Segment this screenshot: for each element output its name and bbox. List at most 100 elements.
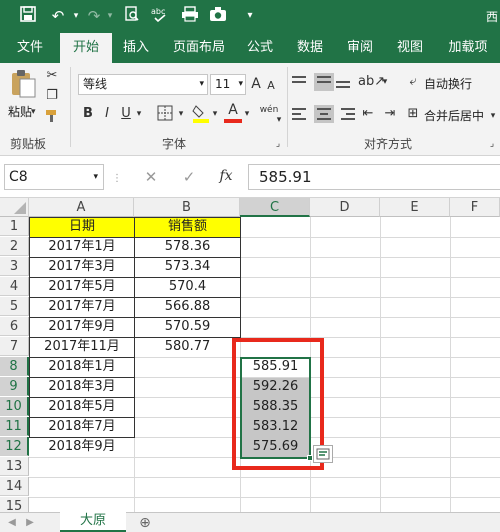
row-header[interactable]: 7 [0,337,29,356]
column-header-a[interactable]: A [29,198,134,217]
customize-toolbar-icon[interactable]: ▾ [240,6,260,26]
bold-button[interactable]: B [80,105,96,123]
grow-font-icon[interactable]: A [248,75,264,93]
quick-analysis-button[interactable] [313,445,333,463]
row-header[interactable]: 15 [0,497,29,512]
fill-color-icon[interactable] [192,103,210,129]
formula-input[interactable]: 585.91 [248,164,500,190]
header-cell-sales[interactable]: 销售额 [135,218,240,237]
table-cell[interactable]: 2018年5月 [30,398,134,417]
save-icon[interactable] [18,6,38,26]
table-cell[interactable]: 2018年7月 [30,418,134,437]
tab-data[interactable]: 数据 [290,33,330,63]
alignment-dialog-launcher-icon[interactable]: ⌟ [486,135,498,153]
orientation-dropdown-icon[interactable]: ▾ [380,73,390,91]
tab-formulas[interactable]: 公式 [240,33,280,63]
row-header[interactable]: 9 [0,377,29,396]
table-cell[interactable]: 2017年3月 [30,258,134,277]
undo-icon[interactable]: ↶ [48,6,68,26]
column-header-f[interactable]: F [450,198,500,217]
insert-function-icon[interactable]: fx [214,167,238,185]
tab-page-layout[interactable]: 页面布局 [166,33,232,63]
confirm-entry-icon[interactable]: ✓ [180,168,198,186]
row-header[interactable]: 13 [0,457,29,476]
table-cell[interactable]: 2018年1月 [30,358,134,377]
align-center-icon[interactable] [314,105,334,123]
merge-center-dropdown-icon[interactable]: ▾ [488,107,498,125]
phonetic-dropdown-icon[interactable]: ▾ [274,111,284,129]
table-cell[interactable]: 2017年9月 [30,318,134,337]
row-header[interactable]: 14 [0,477,29,496]
sheet-tab-active[interactable]: 大原 [60,512,126,532]
scroll-left-icon[interactable]: ◀ [6,514,18,532]
tab-view[interactable]: 视图 [390,33,430,63]
tab-home[interactable]: 开始 [60,33,112,63]
row-header[interactable]: 10 [0,397,29,416]
tab-insert[interactable]: 插入 [114,33,158,63]
table-cell[interactable]: 570.59 [135,318,240,337]
merge-center-button[interactable]: 合并后居中 [424,107,484,124]
redo-dropdown-icon[interactable]: ▾ [100,6,120,26]
column-header-e[interactable]: E [380,198,450,217]
font-dialog-launcher-icon[interactable]: ⌟ [272,135,284,153]
wrap-text-icon[interactable]: ⤶ [404,73,422,91]
decrease-indent-icon[interactable]: ⇤ [358,105,378,123]
row-header[interactable]: 11 [0,417,29,436]
copy-icon[interactable]: ❐ [44,87,60,105]
tab-review[interactable]: 审阅 [340,33,380,63]
increase-indent-icon[interactable]: ⇥ [380,105,400,123]
format-painter-icon[interactable] [44,109,60,129]
row-header[interactable]: 5 [0,297,29,316]
column-header-d[interactable]: D [310,198,380,217]
column-header-b[interactable]: B [134,198,240,217]
font-size-select[interactable]: 11 ▾ [210,74,246,95]
row-header[interactable]: 8 [0,357,29,376]
table-cell[interactable]: 580.77 [135,338,240,357]
table-cell[interactable]: 2018年3月 [30,378,134,397]
select-all-corner[interactable] [0,198,29,217]
row-header[interactable]: 4 [0,277,29,296]
name-box[interactable]: C8 ▾ [4,164,104,190]
cut-icon[interactable]: ✂ [44,67,60,85]
tab-addins[interactable]: 加载项 [440,33,496,63]
new-sheet-icon[interactable]: ⊕ [136,514,154,532]
font-name-dropdown-icon[interactable]: ▾ [199,75,204,94]
fill-color-dropdown-icon[interactable]: ▾ [210,105,220,123]
cancel-entry-icon[interactable]: ✕ [142,168,160,186]
table-cell[interactable]: 570.4 [135,278,240,297]
align-middle-icon[interactable] [314,73,334,91]
align-right-icon[interactable] [336,105,356,123]
table-cell[interactable]: 566.88 [135,298,240,317]
table-cell[interactable]: 578.36 [135,238,240,257]
row-header[interactable]: 2 [0,237,29,256]
borders-icon[interactable] [156,105,174,127]
row-header[interactable]: 1 [0,217,29,236]
name-box-dropdown-icon[interactable]: ▾ [93,165,98,189]
font-color-icon[interactable]: A [224,101,242,123]
table-cell[interactable]: 2017年1月 [30,238,134,257]
shrink-font-icon[interactable]: A [264,77,278,95]
underline-dropdown-icon[interactable]: ▾ [134,105,144,123]
row-header[interactable]: 3 [0,257,29,276]
printer-icon[interactable] [180,6,200,26]
table-cell[interactable]: 2018年9月 [30,438,134,457]
row-header[interactable]: 12 [0,437,29,456]
table-cell[interactable]: 2017年7月 [30,298,134,317]
spell-check-icon[interactable]: abc [150,6,170,26]
tab-file[interactable]: 文件 [8,33,52,63]
column-header-c[interactable]: C [240,198,310,217]
undo-dropdown-icon[interactable]: ▾ [66,6,86,26]
italic-button[interactable]: I [100,105,114,123]
scroll-right-icon[interactable]: ▶ [24,514,36,532]
row-header[interactable]: 6 [0,317,29,336]
borders-dropdown-icon[interactable]: ▾ [176,105,186,123]
print-preview-icon[interactable] [122,6,142,26]
table-cell[interactable]: 2017年11月 [30,338,134,357]
table-cell[interactable]: 573.34 [135,258,240,277]
paste-icon[interactable] [8,69,38,99]
font-color-dropdown-icon[interactable]: ▾ [242,105,252,123]
align-top-icon[interactable] [292,73,312,91]
font-name-select[interactable]: 等线 ▾ [78,74,208,95]
wrap-text-button[interactable]: 自动换行 [424,75,472,92]
align-left-icon[interactable] [292,105,312,123]
